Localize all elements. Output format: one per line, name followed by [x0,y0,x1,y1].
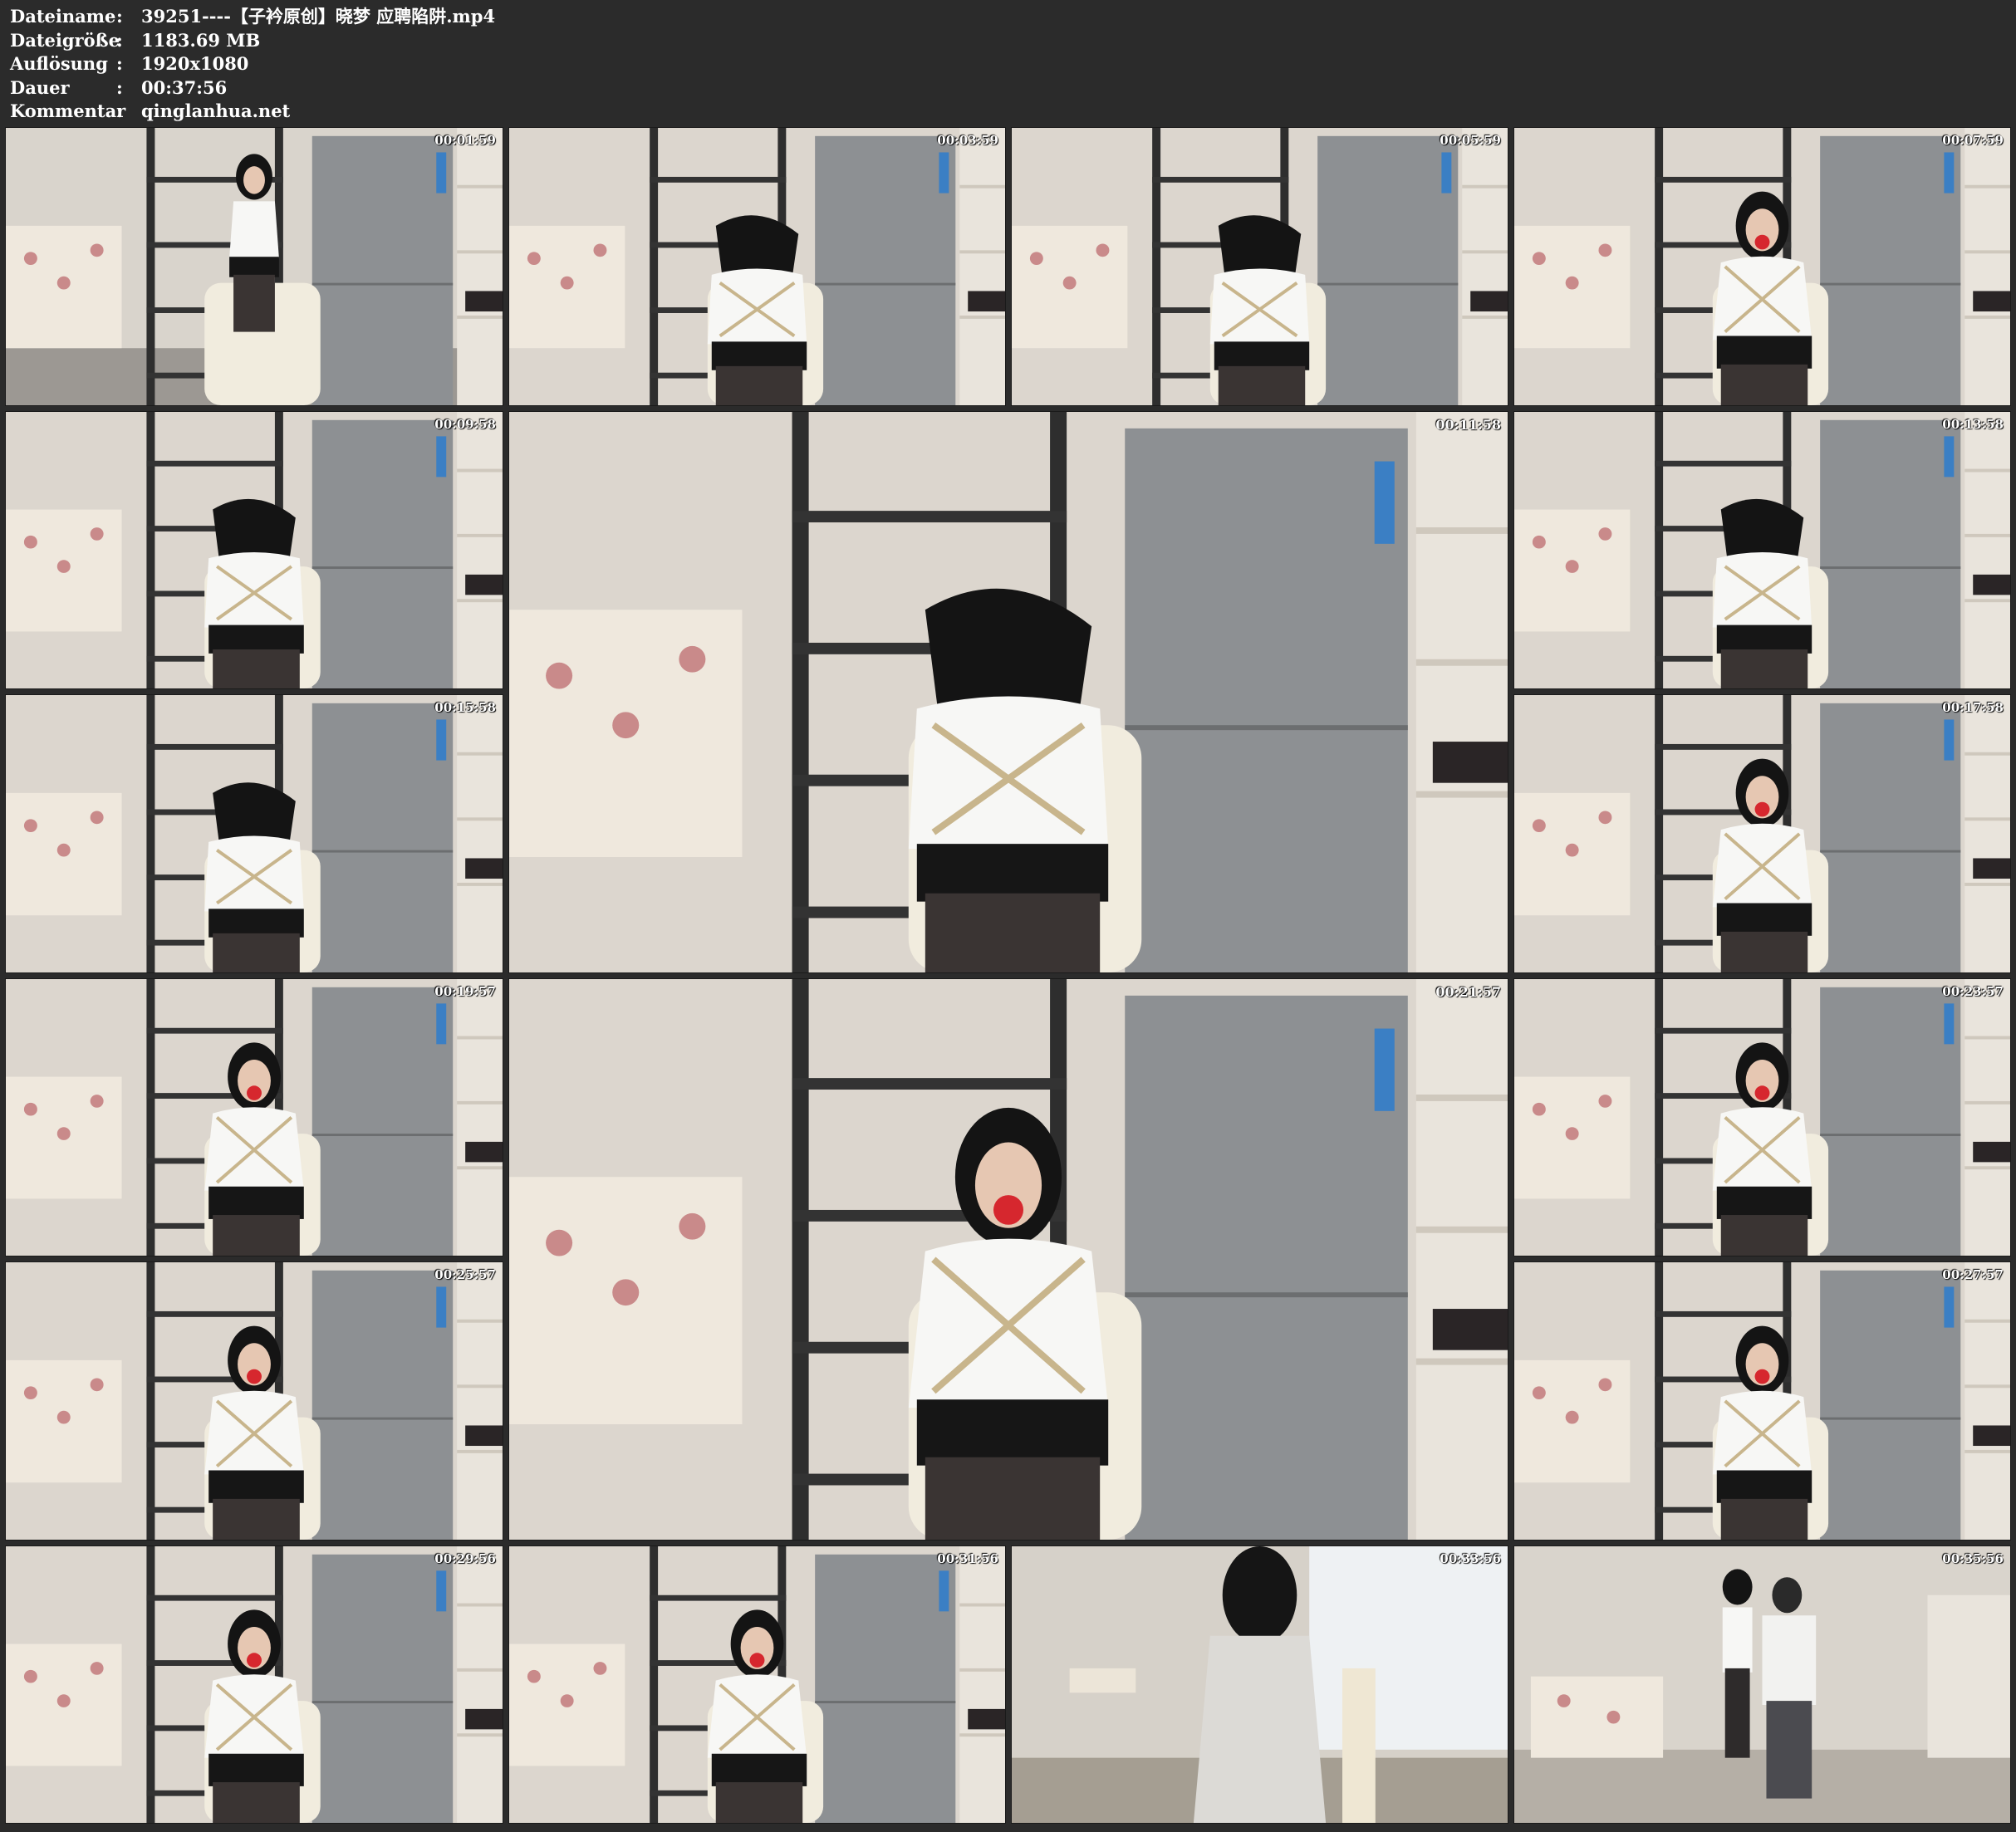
video-thumbnail: 00:21:57 [508,978,1508,1541]
video-thumbnail: 00:03:59 [508,127,1006,406]
thumbnail-frame-image [1514,695,2010,972]
timestamp-label: 00:25:57 [434,1267,496,1282]
video-thumbnail: 00:11:58 [508,411,1508,973]
video-thumbnail: 00:07:59 [1513,127,2011,406]
video-thumbnail: 00:25:57 [5,1261,503,1541]
video-thumbnail: 00:31:56 [508,1545,1006,1824]
timestamp-label: 00:07:59 [1942,133,2004,148]
timestamp-label: 00:15:58 [434,700,496,715]
timestamp-label: 00:05:59 [1440,133,1501,148]
video-thumbnail: 00:27:57 [1513,1261,2011,1541]
video-thumbnail: 00:17:58 [1513,694,2011,973]
thumbnail-frame-image [509,128,1005,405]
timestamp-label: 00:23:57 [1942,984,2004,999]
thumbnail-frame-image [509,412,1508,972]
timestamp-label: 00:13:58 [1942,417,2004,432]
timestamp-label: 00:29:56 [434,1551,496,1566]
timestamp-label: 00:21:57 [1435,984,1501,1000]
video-thumbnail: 00:33:56 [1011,1545,1508,1824]
timestamp-label: 00:17:58 [1942,700,2004,715]
thumbnail-frame-image [1514,412,2010,688]
timestamp-label: 00:27:57 [1942,1267,2004,1282]
thumbnail-frame-image [1514,979,2010,1256]
video-thumbnail: 00:15:58 [5,694,503,973]
timestamp-label: 00:03:59 [937,133,998,148]
thumbnail-frame-image [1514,128,2010,405]
video-thumbnail: 00:09:58 [5,411,503,689]
thumbnail-frame-image [1012,128,1508,405]
thumbnail-frame-image [6,412,503,688]
thumbnail-frame-image [6,695,503,972]
timestamp-label: 00:35:56 [1942,1551,2004,1566]
video-thumbnail: 00:01:59 [5,127,503,406]
timestamp-label: 00:09:58 [434,417,496,432]
thumbnail-frame-image [6,1546,503,1823]
timestamp-label: 00:19:57 [434,984,496,999]
video-thumbnail: 00:29:56 [5,1545,503,1824]
thumbnail-frame-image [1514,1262,2010,1540]
timestamp-label: 00:31:56 [937,1551,998,1566]
thumbnail-frame-image [6,979,503,1256]
thumbnail-frame-image [509,1546,1005,1823]
thumbnail-grid: 00:01:59 00:03:59 00:05:59 00:07:59 00:0… [0,0,2016,1832]
timestamp-label: 00:11:58 [1435,417,1501,433]
thumbnail-frame-image [1012,1546,1508,1823]
video-thumbnail: 00:13:58 [1513,411,2011,689]
thumbnail-frame-image [1514,1546,2010,1823]
video-thumbnail: 00:19:57 [5,978,503,1256]
video-thumbnail: 00:05:59 [1011,127,1508,406]
timestamp-label: 00:01:59 [434,133,496,148]
timestamp-label: 00:33:56 [1440,1551,1501,1566]
thumbnail-frame-image [6,128,503,405]
video-thumbnail: 00:35:56 [1513,1545,2011,1824]
thumbnail-frame-image [6,1262,503,1540]
video-thumbnail: 00:23:57 [1513,978,2011,1256]
thumbnail-frame-image [509,979,1508,1540]
